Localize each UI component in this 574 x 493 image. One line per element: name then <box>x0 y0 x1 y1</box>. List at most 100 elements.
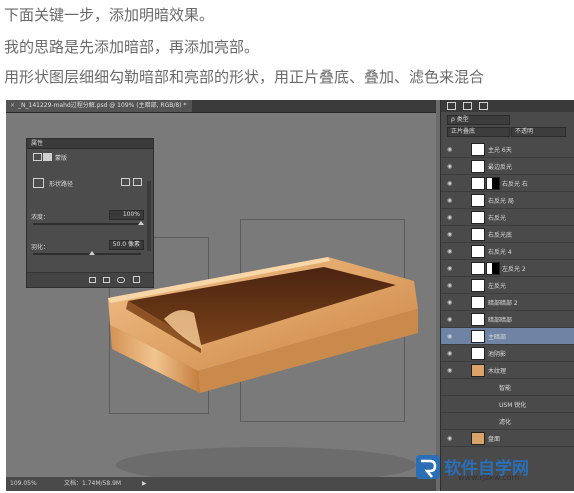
photoshop-window: × _N_141229-mahd过程分解.psd @ 109% (主暗部, RGB… <box>6 100 574 491</box>
density-label: 浓度： <box>31 214 50 221</box>
document-tab-title: _N_141229-mahd过程分解.psd @ 109% (主暗部, RGB/… <box>18 102 187 109</box>
canvas[interactable]: 属性 蒙版 形状路径 浓度： 100% 羽化： 50.0 像素 <box>6 113 436 483</box>
layer-thumbnail <box>471 228 485 241</box>
layers-panel-header <box>441 100 574 112</box>
shape-path-label: 形状路径 <box>49 181 74 188</box>
layer-filter-select[interactable]: ρ 类型 <box>447 115 510 125</box>
layer-name: 暗部暗部 2 <box>488 300 518 307</box>
layer-row[interactable]: ◉ 暗部暗部 <box>441 311 574 328</box>
layer-name: 右反光 右 <box>502 181 528 188</box>
intro-line-3: 用形状图层细细勾勒暗部和亮部的形状，用正片叠底、叠加、滤色来混合 <box>4 68 485 86</box>
mask-label: 蒙版 <box>55 155 68 162</box>
status-bar: 109.05% 文档：1.74M/58.9M ▶ <box>6 477 436 491</box>
layer-thumbnail <box>471 364 485 377</box>
watermark-url: www.rjzxw.com <box>458 473 520 482</box>
layer-row[interactable]: ◉ 右反光底 <box>441 226 574 243</box>
layer-thumbnail <box>471 313 485 326</box>
density-slider[interactable] <box>33 223 141 225</box>
visibility-eye-icon[interactable]: ◉ <box>447 197 452 204</box>
layer-row[interactable]: ◉ 右反光 4 <box>441 243 574 260</box>
layers-panel: ρ 类型 正片叠底 不透明 ◉ 主光 6天 ◉ 最边反光 ◉ 右反光 右 ◉ 右反光 局 ◉ 右反… <box>440 100 574 491</box>
visibility-eye-icon[interactable]: ◉ <box>447 265 452 272</box>
layers-tab-icon[interactable] <box>447 102 456 110</box>
layer-row[interactable]: ◉ 右反光 右 <box>441 175 574 192</box>
visibility-eye-icon[interactable]: ◉ <box>447 333 452 340</box>
visibility-eye-icon[interactable]: ◉ <box>447 214 452 221</box>
apply-mask-icon[interactable] <box>121 178 130 186</box>
layer-row[interactable]: ◉ 右反光 局 <box>441 192 574 209</box>
layer-row[interactable]: 滤化 <box>441 413 574 430</box>
properties-scrollbar[interactable] <box>147 181 151 251</box>
layer-row[interactable]: ◉ 主光 6天 <box>441 141 574 158</box>
visibility-eye-icon[interactable]: ◉ <box>447 163 452 170</box>
feather-slider[interactable] <box>33 253 141 255</box>
status-menu-arrow[interactable]: ▶ <box>142 477 147 491</box>
layer-thumbnail <box>471 177 485 190</box>
layer-row[interactable]: USM 锐化 <box>441 396 574 413</box>
wooden-tray-image <box>108 257 418 483</box>
density-slider-thumb[interactable] <box>138 221 144 225</box>
layer-thumbnail <box>471 432 485 445</box>
layer-name: 右反光 4 <box>488 249 512 256</box>
paths-tab-icon[interactable] <box>479 102 488 110</box>
visibility-eye-icon[interactable]: ◉ <box>447 231 452 238</box>
layer-name: 主暗部 <box>488 334 507 341</box>
layer-row[interactable]: ◉ 盘面 <box>441 430 574 447</box>
layer-row[interactable]: 智能 <box>441 379 574 396</box>
layer-row[interactable]: ◉ 左反光 2 <box>441 260 574 277</box>
visibility-eye-icon[interactable]: ◉ <box>447 350 452 357</box>
select-mask-icon[interactable] <box>133 178 142 186</box>
visibility-icon[interactable] <box>117 277 125 283</box>
layer-name: 滤化 <box>499 419 512 426</box>
layer-name: USM 锐化 <box>499 402 527 409</box>
layer-name: 左反光 2 <box>502 266 526 273</box>
layer-row[interactable]: ◉ 主暗部 <box>441 328 574 345</box>
feather-slider-thumb[interactable] <box>89 251 96 255</box>
intro-line-2: 我的思路是先添加暗部，再添加亮部。 <box>4 38 260 56</box>
pixel-mask-icon[interactable] <box>33 153 42 161</box>
close-tab-icon[interactable]: × <box>10 102 15 109</box>
layer-thumbnail <box>471 245 485 258</box>
blend-mode-select[interactable]: 正片叠底 <box>447 127 510 137</box>
visibility-eye-icon[interactable]: ◉ <box>447 367 452 374</box>
layer-name: 最边反光 <box>488 164 513 171</box>
document-tab[interactable]: × _N_141229-mahd过程分解.psd @ 109% (主暗部, RGB… <box>6 100 193 112</box>
feather-field[interactable]: 50.0 像素 <box>109 240 144 250</box>
layer-thumbnail <box>471 211 485 224</box>
feather-label: 羽化： <box>31 244 50 251</box>
intro-line-1: 下面关键一步，添加明暗效果。 <box>4 6 215 24</box>
layer-thumbnail <box>471 160 485 173</box>
opacity-label[interactable]: 不透明 <box>511 127 566 137</box>
channels-tab-icon[interactable] <box>463 102 472 110</box>
density-field[interactable]: 100% <box>109 210 144 220</box>
layer-row[interactable]: ◉ 木纹理 <box>441 362 574 379</box>
visibility-eye-icon[interactable]: ◉ <box>447 248 452 255</box>
layer-row[interactable]: ◉ 左反光 <box>441 277 574 294</box>
visibility-eye-icon[interactable]: ◉ <box>447 299 452 306</box>
load-selection-icon[interactable] <box>89 277 96 283</box>
layer-name: 木纹理 <box>488 368 507 375</box>
layer-thumbnail <box>471 347 485 360</box>
layer-name: 主光 6天 <box>488 147 512 154</box>
delete-icon[interactable] <box>133 276 140 283</box>
properties-panel: 属性 蒙版 形状路径 浓度： 100% 羽化： 50.0 像素 <box>26 138 154 288</box>
layer-row[interactable]: ◉ 池阴影 <box>441 345 574 362</box>
visibility-eye-icon[interactable]: ◉ <box>447 180 452 187</box>
vector-mask-icon[interactable] <box>43 153 52 161</box>
properties-header: 属性 <box>27 139 153 149</box>
visibility-eye-icon[interactable]: ◉ <box>447 316 452 323</box>
shape-path-icon <box>33 178 44 188</box>
visibility-eye-icon[interactable]: ◉ <box>447 146 452 153</box>
zoom-level[interactable]: 109.05% <box>10 477 37 491</box>
visibility-eye-icon[interactable]: ◉ <box>447 282 452 289</box>
layer-row[interactable]: ◉ 暗部暗部 2 <box>441 294 574 311</box>
watermark-logo: 软件自学网 www.rjzxw.com <box>416 453 566 487</box>
layer-name: 右反光 <box>488 215 507 222</box>
layer-row[interactable]: ◉ 右反光 <box>441 209 574 226</box>
visibility-eye-icon[interactable]: ◉ <box>447 435 452 442</box>
layer-name: 右反光 局 <box>488 198 514 205</box>
apply-icon[interactable] <box>103 277 110 283</box>
layer-thumbnail <box>471 194 485 207</box>
layer-row[interactable]: ◉ 最边反光 <box>441 158 574 175</box>
layer-thumbnail <box>471 262 485 275</box>
